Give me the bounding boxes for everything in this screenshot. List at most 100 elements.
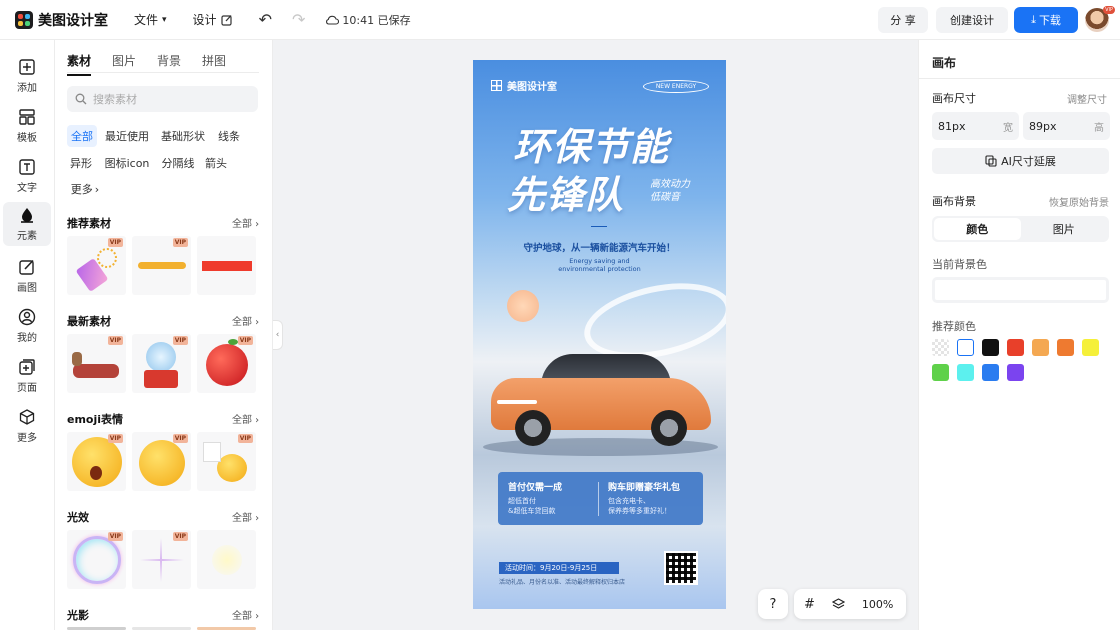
redo-icon[interactable]: ↷ (292, 10, 305, 29)
cloud-icon (326, 15, 340, 25)
restore-bg-link[interactable]: 恢复原始背景 (1049, 194, 1109, 209)
asset-thumb[interactable]: VIP (67, 334, 126, 393)
width-unit: 宽 (1003, 122, 1013, 134)
see-all-link[interactable]: 全部 › (232, 509, 259, 524)
poster-subtitle: 守护地球，从一辆新能源汽车开始！ (523, 243, 676, 254)
asset-thumb[interactable]: VIP (132, 334, 191, 393)
color-swatch[interactable] (957, 364, 974, 381)
offer-right-line: 保养券等多重好礼！ (608, 507, 671, 515)
asset-thumb[interactable]: VIP (132, 236, 191, 295)
save-status: 10:41 已保存 (325, 12, 411, 28)
help-button[interactable]: ? (758, 589, 788, 619)
create-design-button[interactable]: 创建设计 (936, 7, 1008, 33)
undo-icon[interactable]: ↶ (259, 10, 272, 29)
width-field[interactable]: 宽 (932, 112, 1019, 140)
asset-thumb[interactable]: VIP (67, 530, 126, 589)
car-wheel (515, 410, 551, 446)
color-swatch[interactable] (1057, 339, 1074, 356)
color-swatch[interactable] (932, 364, 949, 381)
rail-item-more[interactable]: 更多 (3, 404, 51, 448)
asset-thumb[interactable]: VIP (197, 334, 256, 393)
poster-brand: 美图设计室 (491, 78, 557, 93)
chip-more[interactable]: 更多 › (67, 178, 103, 200)
color-swatch[interactable] (982, 339, 999, 356)
rail-item-page[interactable]: 页面 (3, 354, 51, 398)
color-swatch[interactable] (1007, 339, 1024, 356)
zoom-level[interactable]: 100% (862, 598, 893, 611)
offer-separator (598, 482, 599, 516)
seg-image[interactable]: 图片 (1021, 218, 1108, 240)
canvas-area: 美图设计室 NEW ENERGY 环保节能 先锋队 高效动力 低碳音 守护地球，… (283, 40, 918, 630)
vip-badge: VIP (172, 434, 188, 443)
height-input[interactable] (1029, 119, 1079, 133)
layers-icon[interactable] (831, 597, 845, 611)
color-swatch[interactable] (982, 364, 999, 381)
chip-recent[interactable]: 最近使用 (104, 125, 150, 147)
chevron-left-icon: ‹ (275, 330, 280, 340)
chip-all[interactable]: 全部 (67, 125, 97, 147)
glow-image (212, 545, 242, 575)
see-all-link[interactable]: 全部 › (232, 411, 259, 426)
apple-leaf-image (228, 339, 238, 345)
asset-thumb[interactable] (197, 236, 256, 295)
app-logo[interactable]: 美图设计室 (15, 10, 108, 30)
offer-left-line: 超低首付 (508, 497, 536, 505)
chip-lines[interactable]: 线条 (214, 125, 244, 147)
current-bg-swatch[interactable] (932, 277, 1109, 303)
asset-thumb[interactable]: VIP (67, 432, 126, 491)
see-all-label: 全部 (232, 219, 252, 230)
ai-resize-button[interactable]: AI尺寸延展 (932, 148, 1109, 174)
asset-thumb[interactable]: VIP (132, 432, 191, 491)
vip-badge: VIP (237, 434, 253, 443)
see-all-link[interactable]: 全部 › (232, 215, 259, 230)
rail-label: 文字 (17, 183, 37, 194)
rail-item-template[interactable]: 模板 (3, 104, 51, 148)
rail-item-add[interactable]: 添加 (3, 54, 51, 98)
rail-item-draw[interactable]: 画图 (3, 254, 51, 298)
confetti-image (97, 248, 117, 268)
download-button[interactable]: ⤓ 下载 (1014, 7, 1078, 33)
chip-irregular[interactable]: 异形 (67, 152, 95, 174)
file-menu[interactable]: 文件 ▾ (134, 11, 167, 28)
chip-basic-shapes[interactable]: 基础形状 (158, 125, 208, 147)
width-input[interactable] (938, 119, 988, 133)
offer-left: 首付仅需一成 超低首付 &超低车贷回款 (508, 480, 562, 516)
design-menu[interactable]: 设计 (193, 11, 233, 28)
section-title: emoji表情 (67, 413, 124, 426)
color-swatch[interactable] (932, 339, 949, 356)
rail-item-text[interactable]: 文字 (3, 154, 51, 198)
height-field[interactable]: 高 (1023, 112, 1110, 140)
offer-left-line: &超低车贷回款 (508, 507, 556, 515)
color-swatch[interactable] (1032, 339, 1049, 356)
chevron-down-icon: ▾ (162, 14, 167, 25)
search-box[interactable] (67, 86, 258, 112)
poster-canvas[interactable]: 美图设计室 NEW ENERGY 环保节能 先锋队 高效动力 低碳音 守护地球，… (473, 60, 726, 609)
grid-icon[interactable]: # (804, 597, 815, 612)
color-swatch[interactable] (957, 339, 974, 356)
rail-item-elements[interactable]: 元素 (3, 202, 51, 246)
ai-resize-label: AI尺寸延展 (1001, 155, 1056, 168)
asset-thumb[interactable]: VIP (67, 236, 126, 295)
color-swatch[interactable] (1007, 364, 1024, 381)
see-all-link[interactable]: 全部 › (232, 313, 259, 328)
collapse-panel-button[interactable]: ‹ (273, 320, 283, 350)
chip-arrows[interactable]: 箭头 (203, 152, 229, 174)
rail-item-mine[interactable]: 我的 (3, 304, 51, 348)
chip-dividers[interactable]: 分隔线 (159, 152, 197, 174)
share-button[interactable]: 分 享 (878, 7, 928, 33)
asset-thumb[interactable] (197, 530, 256, 589)
adjust-size-link[interactable]: 调整尺寸 (1067, 91, 1107, 106)
avatar[interactable]: VIP (1085, 6, 1115, 32)
app-name: 美图设计室 (38, 12, 108, 29)
asset-thumb[interactable]: VIP (197, 432, 256, 491)
checklist-image (203, 442, 221, 462)
see-all-link[interactable]: 全部 › (232, 607, 259, 622)
asset-thumb[interactable]: VIP (132, 530, 191, 589)
offer-left-title: 首付仅需一成 (508, 483, 563, 493)
chip-icons[interactable]: 图标icon (103, 152, 151, 174)
rail-label: 更多 (17, 433, 37, 444)
search-input[interactable] (93, 92, 243, 106)
seg-color[interactable]: 颜色 (934, 218, 1021, 240)
edit-icon (220, 14, 232, 26)
color-swatch[interactable] (1082, 339, 1099, 356)
